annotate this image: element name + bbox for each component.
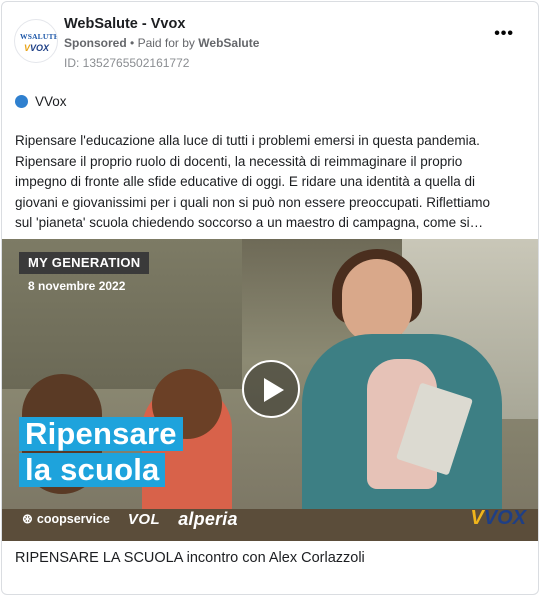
body-line: Ripensare il proprio ruolo di docenti, l… (15, 153, 463, 169)
platform-indicator: VVox (15, 92, 67, 110)
more-options-icon[interactable]: ••• (494, 26, 514, 42)
teacher-head (342, 259, 412, 344)
video-title-line2: la scuola (19, 453, 166, 487)
sponsor-logo-coopservice: coopservice (22, 511, 110, 527)
ad-header: WSALUTE VVOX WebSalute - Vvox Sponsored … (2, 2, 538, 82)
body-line: giovani e giovanissimi per i quali non s… (15, 194, 491, 210)
ad-video[interactable]: MY GENERATION 8 novembre 2022 Ripensare … (2, 239, 538, 541)
sponsored-line: Sponsored • Paid for by WebSalute (64, 36, 259, 50)
sponsored-label: Sponsored (64, 36, 127, 50)
sponsor-logo-alperia: alperia (178, 508, 238, 529)
sponsor-logo-vol: VOL (127, 510, 161, 528)
video-title-line1: Ripensare (19, 417, 183, 451)
body-line: impegno di fronte alle sfide educative d… (15, 174, 476, 189)
page-name[interactable]: WebSalute - Vvox (64, 16, 185, 32)
paid-for-prefix: Paid for by (137, 36, 195, 50)
avatar-logo-top: WSALUTE (20, 32, 58, 41)
platform-label: VVox (35, 93, 67, 109)
ad-id: ID: 1352765502161772 (64, 56, 190, 70)
play-button[interactable] (242, 360, 300, 418)
avatar-logo-bottom: VVOX (24, 43, 50, 53)
separator-dot: • (130, 36, 138, 50)
platform-dot-icon (15, 94, 28, 108)
paid-for-by: WebSalute (198, 36, 260, 50)
body-line: Ripensare l'educazione alla luce di tutt… (15, 133, 480, 148)
play-icon (264, 378, 284, 402)
ad-body-text: Ripensare l'educazione alla luce di tutt… (15, 131, 515, 234)
video-date: 8 novembre 2022 (28, 279, 126, 293)
ad-card: WSALUTE VVOX WebSalute - Vvox Sponsored … (1, 1, 539, 595)
body-line: sul 'pianeta' scuola chiedendo soccorso … (15, 215, 484, 230)
video-caption[interactable]: RIPENSARE LA SCUOLA incontro con Alex Co… (15, 550, 365, 566)
sponsor-logos: coopservice VOL alperia (22, 507, 238, 531)
page-avatar[interactable]: WSALUTE VVOX (14, 19, 58, 63)
vvox-brand-mark: VVOX (470, 507, 526, 529)
video-tag: MY GENERATION (19, 252, 150, 274)
